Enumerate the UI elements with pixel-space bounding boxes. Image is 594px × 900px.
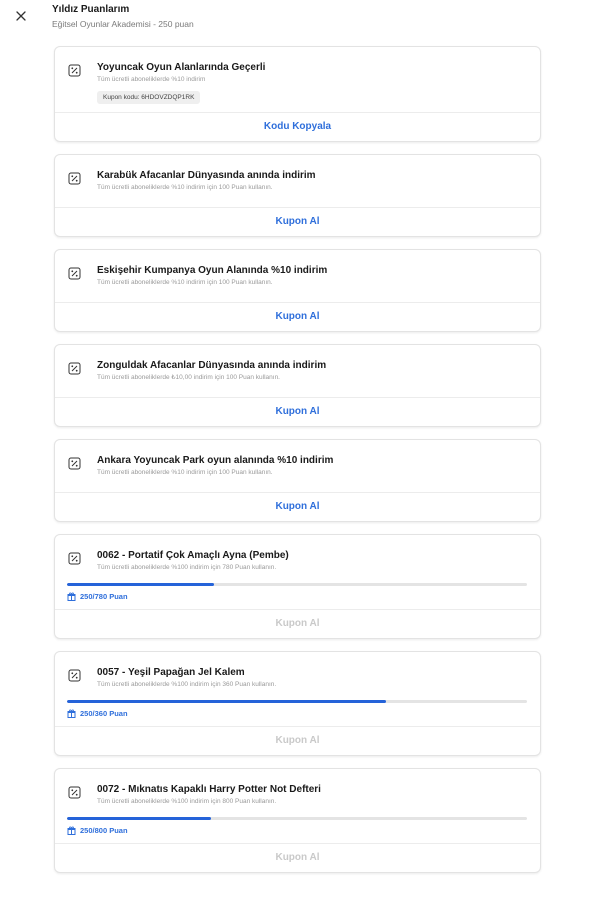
get-coupon-button-disabled[interactable]: Kupon Al: [55, 843, 540, 872]
coupon-percent-icon: [68, 457, 81, 470]
points-progress-text: 250/780 Puan: [80, 592, 128, 601]
coupon-description: Tüm ücretli aboneliklerde %10 indirim: [97, 76, 206, 83]
points-progress-label: 250/360 Puan: [67, 709, 528, 718]
close-icon: [16, 11, 26, 21]
gift-icon: [67, 826, 76, 835]
get-coupon-button[interactable]: Kupon Al: [55, 492, 540, 521]
points-progress-bar: [67, 583, 527, 586]
points-progress-bar: [67, 817, 527, 820]
coupon-title: Eskişehir Kumpanya Oyun Alanında %10 ind…: [97, 265, 328, 276]
coupon-code: Kupon kodu: 6HDOVZDQP1RK: [97, 91, 201, 104]
reward-description: Tüm ücretli aboneliklerde %100 indirim i…: [97, 681, 277, 688]
points-progress-text: 250/360 Puan: [80, 709, 128, 718]
coupon-description: Tüm ücretli aboneliklerde %10 indirim iç…: [97, 184, 273, 191]
reward-title: 0072 - Mıknatıs Kapaklı Harry Potter Not…: [97, 784, 321, 795]
get-coupon-button[interactable]: Kupon Al: [55, 207, 540, 236]
points-progress-label: 250/780 Puan: [67, 592, 528, 601]
coupon-percent-icon: [68, 64, 81, 77]
page-subtitle: Eğitsel Oyunlar Akademisi - 250 puan: [52, 19, 194, 29]
reward-title: 0057 - Yeşil Papağan Jel Kalem: [97, 667, 245, 678]
coupon-card: Zonguldak Afacanlar Dünyasında anında in…: [54, 344, 541, 427]
coupon-percent-icon: [68, 267, 81, 280]
coupon-description: Tüm ücretli aboneliklerde ₺10,00 indirim…: [97, 374, 280, 381]
coupon-card: Ankara Yoyuncak Park oyun alanında %10 i…: [54, 439, 541, 522]
coupon-title: Zonguldak Afacanlar Dünyasında anında in…: [97, 360, 327, 371]
coupon-title: Ankara Yoyuncak Park oyun alanında %10 i…: [97, 455, 334, 466]
coupon-percent-icon: [68, 786, 81, 799]
gift-icon: [67, 592, 76, 601]
get-coupon-button[interactable]: Kupon Al: [55, 397, 540, 426]
reward-title: 0062 - Portatif Çok Amaçlı Ayna (Pembe): [97, 550, 289, 561]
header: Yıldız Puanlarım Eğitsel Oyunlar Akademi…: [0, 0, 594, 40]
points-progress-fill: [67, 583, 215, 586]
reward-description: Tüm ücretli aboneliklerde %100 indirim i…: [97, 798, 277, 805]
coupon-card: Karabük Afacanlar Dünyasında anında indi…: [54, 154, 541, 237]
coupon-description: Tüm ücretli aboneliklerde %10 indirim iç…: [97, 279, 273, 286]
coupon-percent-icon: [68, 552, 81, 565]
close-button[interactable]: [12, 7, 30, 25]
coupon-card: Yoyuncak Oyun Alanlarında Geçerli Tüm üc…: [54, 46, 541, 142]
gift-icon: [67, 709, 76, 718]
coupon-list: Yoyuncak Oyun Alanlarında Geçerli Tüm üc…: [54, 46, 541, 885]
coupon-card: Eskişehir Kumpanya Oyun Alanında %10 ind…: [54, 249, 541, 332]
points-progress-fill: [67, 817, 211, 820]
points-progress-bar: [67, 700, 527, 703]
coupon-percent-icon: [68, 669, 81, 682]
get-coupon-button[interactable]: Kupon Al: [55, 302, 540, 331]
get-coupon-button-disabled[interactable]: Kupon Al: [55, 609, 540, 638]
coupon-percent-icon: [68, 362, 81, 375]
coupon-title: Yoyuncak Oyun Alanlarında Geçerli: [97, 62, 266, 73]
points-progress-text: 250/800 Puan: [80, 826, 128, 835]
page-title: Yıldız Puanlarım: [52, 4, 130, 15]
copy-code-button[interactable]: Kodu Kopyala: [55, 112, 540, 141]
reward-description: Tüm ücretli aboneliklerde %100 indirim i…: [97, 564, 277, 571]
reward-card: 0072 - Mıknatıs Kapaklı Harry Potter Not…: [54, 768, 541, 873]
reward-card: 0057 - Yeşil Papağan Jel Kalem Tüm ücret…: [54, 651, 541, 756]
get-coupon-button-disabled[interactable]: Kupon Al: [55, 726, 540, 755]
points-progress-label: 250/800 Puan: [67, 826, 528, 835]
reward-card: 0062 - Portatif Çok Amaçlı Ayna (Pembe) …: [54, 534, 541, 639]
points-progress-fill: [67, 700, 387, 703]
coupon-description: Tüm ücretli aboneliklerde %10 indirim iç…: [97, 469, 273, 476]
coupon-title: Karabük Afacanlar Dünyasında anında indi…: [97, 170, 316, 181]
coupon-percent-icon: [68, 172, 81, 185]
